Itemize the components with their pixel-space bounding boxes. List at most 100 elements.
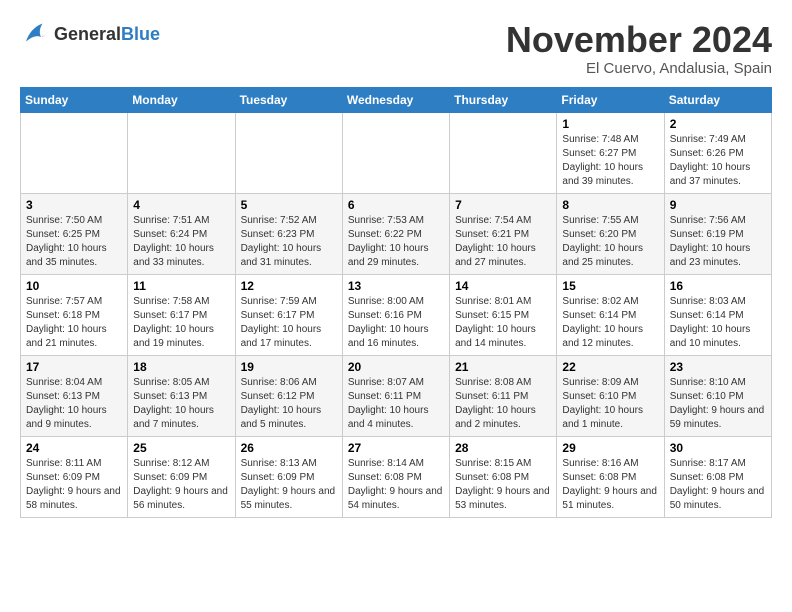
day-info: Sunrise: 7:59 AM Sunset: 6:17 PM Dayligh… xyxy=(241,295,337,351)
calendar-day-cell: 15 Sunrise: 8:02 AM Sunset: 6:14 PM Dayl… xyxy=(557,274,664,355)
calendar-day-cell: 8 Sunrise: 7:55 AM Sunset: 6:20 PM Dayli… xyxy=(557,193,664,274)
day-number: 11 xyxy=(133,279,229,293)
day-info: Sunrise: 7:50 AM Sunset: 6:25 PM Dayligh… xyxy=(26,214,122,270)
calendar-day-cell: 3 Sunrise: 7:50 AM Sunset: 6:25 PM Dayli… xyxy=(21,193,128,274)
sunset-text: Sunset: 6:13 PM xyxy=(133,391,207,402)
sunrise-text: Sunrise: 8:04 AM xyxy=(26,377,102,388)
day-number: 29 xyxy=(562,441,658,455)
day-number: 23 xyxy=(670,360,766,374)
weekday-header: Tuesday xyxy=(235,87,342,112)
day-number: 16 xyxy=(670,279,766,293)
day-number: 3 xyxy=(26,198,122,212)
day-number: 17 xyxy=(26,360,122,374)
day-number: 2 xyxy=(670,117,766,131)
title-block: November 2024 El Cuervo, Andalusia, Spai… xyxy=(506,20,772,77)
daylight-text: Daylight: 10 hours and 5 minutes. xyxy=(241,405,322,430)
daylight-text: Daylight: 9 hours and 59 minutes. xyxy=(670,405,765,430)
logo-icon xyxy=(20,20,50,48)
day-number: 5 xyxy=(241,198,337,212)
day-number: 15 xyxy=(562,279,658,293)
day-info: Sunrise: 7:52 AM Sunset: 6:23 PM Dayligh… xyxy=(241,214,337,270)
day-number: 7 xyxy=(455,198,551,212)
sunset-text: Sunset: 6:19 PM xyxy=(670,229,744,240)
day-info: Sunrise: 7:53 AM Sunset: 6:22 PM Dayligh… xyxy=(348,214,444,270)
daylight-text: Daylight: 10 hours and 12 minutes. xyxy=(562,324,643,349)
day-info: Sunrise: 8:04 AM Sunset: 6:13 PM Dayligh… xyxy=(26,376,122,432)
calendar-day-cell: 1 Sunrise: 7:48 AM Sunset: 6:27 PM Dayli… xyxy=(557,112,664,193)
calendar-day-cell xyxy=(128,112,235,193)
day-number: 24 xyxy=(26,441,122,455)
day-number: 27 xyxy=(348,441,444,455)
calendar-day-cell: 29 Sunrise: 8:16 AM Sunset: 6:08 PM Dayl… xyxy=(557,436,664,517)
day-info: Sunrise: 8:14 AM Sunset: 6:08 PM Dayligh… xyxy=(348,457,444,513)
sunset-text: Sunset: 6:11 PM xyxy=(348,391,421,402)
sunset-text: Sunset: 6:22 PM xyxy=(348,229,422,240)
calendar-day-cell: 22 Sunrise: 8:09 AM Sunset: 6:10 PM Dayl… xyxy=(557,355,664,436)
day-info: Sunrise: 8:00 AM Sunset: 6:16 PM Dayligh… xyxy=(348,295,444,351)
day-number: 21 xyxy=(455,360,551,374)
sunrise-text: Sunrise: 8:01 AM xyxy=(455,296,531,307)
daylight-text: Daylight: 10 hours and 1 minute. xyxy=(562,405,643,430)
day-info: Sunrise: 7:51 AM Sunset: 6:24 PM Dayligh… xyxy=(133,214,229,270)
month-year: November 2024 xyxy=(506,20,772,60)
day-info: Sunrise: 7:54 AM Sunset: 6:21 PM Dayligh… xyxy=(455,214,551,270)
sunset-text: Sunset: 6:09 PM xyxy=(133,472,207,483)
sunrise-text: Sunrise: 7:59 AM xyxy=(241,296,317,307)
daylight-text: Daylight: 9 hours and 58 minutes. xyxy=(26,486,121,511)
sunset-text: Sunset: 6:13 PM xyxy=(26,391,100,402)
daylight-text: Daylight: 10 hours and 29 minutes. xyxy=(348,243,429,268)
day-info: Sunrise: 8:13 AM Sunset: 6:09 PM Dayligh… xyxy=(241,457,337,513)
daylight-text: Daylight: 9 hours and 53 minutes. xyxy=(455,486,550,511)
logo-blue: Blue xyxy=(121,24,160,44)
sunset-text: Sunset: 6:14 PM xyxy=(562,310,636,321)
day-number: 8 xyxy=(562,198,658,212)
day-info: Sunrise: 7:48 AM Sunset: 6:27 PM Dayligh… xyxy=(562,133,658,189)
daylight-text: Daylight: 10 hours and 17 minutes. xyxy=(241,324,322,349)
day-info: Sunrise: 7:49 AM Sunset: 6:26 PM Dayligh… xyxy=(670,133,766,189)
sunset-text: Sunset: 6:12 PM xyxy=(241,391,315,402)
day-number: 25 xyxy=(133,441,229,455)
day-number: 14 xyxy=(455,279,551,293)
sunset-text: Sunset: 6:10 PM xyxy=(562,391,636,402)
day-info: Sunrise: 8:10 AM Sunset: 6:10 PM Dayligh… xyxy=(670,376,766,432)
calendar-day-cell: 6 Sunrise: 7:53 AM Sunset: 6:22 PM Dayli… xyxy=(342,193,449,274)
calendar-day-cell: 19 Sunrise: 8:06 AM Sunset: 6:12 PM Dayl… xyxy=(235,355,342,436)
sunrise-text: Sunrise: 8:14 AM xyxy=(348,458,424,469)
day-number: 22 xyxy=(562,360,658,374)
day-number: 30 xyxy=(670,441,766,455)
daylight-text: Daylight: 10 hours and 39 minutes. xyxy=(562,162,643,187)
sunset-text: Sunset: 6:08 PM xyxy=(562,472,636,483)
day-info: Sunrise: 8:03 AM Sunset: 6:14 PM Dayligh… xyxy=(670,295,766,351)
sunset-text: Sunset: 6:24 PM xyxy=(133,229,207,240)
day-number: 19 xyxy=(241,360,337,374)
daylight-text: Daylight: 10 hours and 16 minutes. xyxy=(348,324,429,349)
calendar-day-cell xyxy=(21,112,128,193)
weekday-header: Saturday xyxy=(664,87,771,112)
daylight-text: Daylight: 10 hours and 37 minutes. xyxy=(670,162,751,187)
calendar-day-cell xyxy=(235,112,342,193)
calendar-week-row: 17 Sunrise: 8:04 AM Sunset: 6:13 PM Dayl… xyxy=(21,355,772,436)
calendar-week-row: 1 Sunrise: 7:48 AM Sunset: 6:27 PM Dayli… xyxy=(21,112,772,193)
sunrise-text: Sunrise: 7:50 AM xyxy=(26,215,102,226)
logo: GeneralBlue xyxy=(20,20,160,48)
calendar-day-cell: 28 Sunrise: 8:15 AM Sunset: 6:08 PM Dayl… xyxy=(450,436,557,517)
day-info: Sunrise: 8:11 AM Sunset: 6:09 PM Dayligh… xyxy=(26,457,122,513)
calendar-day-cell: 7 Sunrise: 7:54 AM Sunset: 6:21 PM Dayli… xyxy=(450,193,557,274)
day-info: Sunrise: 8:12 AM Sunset: 6:09 PM Dayligh… xyxy=(133,457,229,513)
daylight-text: Daylight: 9 hours and 51 minutes. xyxy=(562,486,657,511)
day-number: 13 xyxy=(348,279,444,293)
day-number: 6 xyxy=(348,198,444,212)
calendar-day-cell: 27 Sunrise: 8:14 AM Sunset: 6:08 PM Dayl… xyxy=(342,436,449,517)
calendar-day-cell: 2 Sunrise: 7:49 AM Sunset: 6:26 PM Dayli… xyxy=(664,112,771,193)
sunset-text: Sunset: 6:09 PM xyxy=(26,472,100,483)
day-number: 10 xyxy=(26,279,122,293)
daylight-text: Daylight: 10 hours and 7 minutes. xyxy=(133,405,214,430)
sunrise-text: Sunrise: 7:56 AM xyxy=(670,215,746,226)
day-info: Sunrise: 7:57 AM Sunset: 6:18 PM Dayligh… xyxy=(26,295,122,351)
daylight-text: Daylight: 10 hours and 25 minutes. xyxy=(562,243,643,268)
sunrise-text: Sunrise: 7:57 AM xyxy=(26,296,102,307)
daylight-text: Daylight: 9 hours and 55 minutes. xyxy=(241,486,336,511)
calendar-day-cell: 5 Sunrise: 7:52 AM Sunset: 6:23 PM Dayli… xyxy=(235,193,342,274)
daylight-text: Daylight: 10 hours and 31 minutes. xyxy=(241,243,322,268)
day-info: Sunrise: 7:56 AM Sunset: 6:19 PM Dayligh… xyxy=(670,214,766,270)
